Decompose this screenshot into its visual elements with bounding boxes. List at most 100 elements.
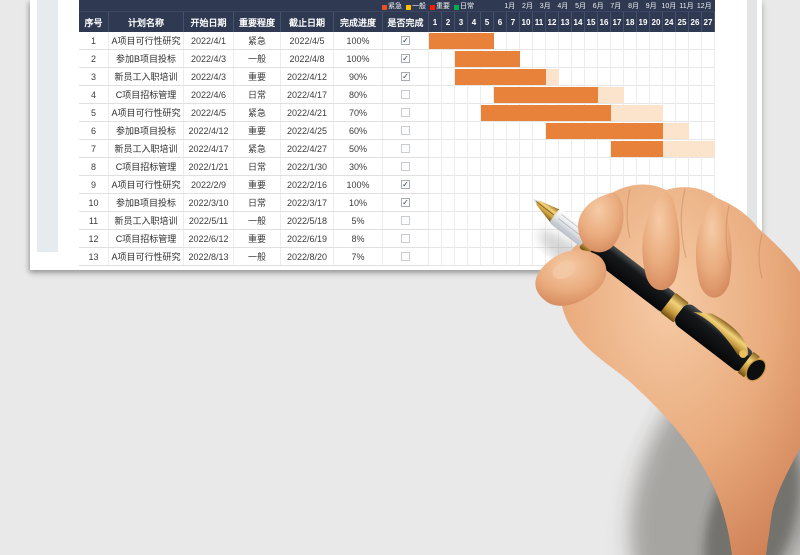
month-label: 10月 [660,1,678,11]
day-column-header: 11 [533,12,546,32]
progress: 100% [334,176,383,193]
row-number: 2 [79,50,109,67]
end-date: 2022/4/27 [281,140,334,157]
legend-item: 一般 [406,3,426,11]
importance: 紧急 [234,140,281,157]
day-column-header: 2 [442,12,455,32]
checkbox-unchecked[interactable] [401,90,410,99]
day-column-header: 6 [494,12,507,32]
month-label: 7月 [607,1,625,11]
progress: 8% [334,230,383,247]
start-date: 2022/6/12 [184,230,234,247]
importance: 一般 [234,50,281,67]
gantt-bar-remaining [611,105,663,121]
checkbox-unchecked[interactable] [401,162,410,171]
start-date: 2022/4/1 [184,32,234,49]
row-number: 9 [79,176,109,193]
table-row: 2参加B项目投标2022/4/3一般2022/4/8100%✓ [79,50,429,68]
importance: 重要 [234,122,281,139]
plan-name: A项目可行性研究 [109,104,184,121]
start-date: 2022/2/9 [184,176,234,193]
day-column-header: 27 [702,12,715,32]
table-row: 7新员工入职培训2022/4/17紧急2022/4/2750% [79,140,429,158]
checkbox-unchecked[interactable] [401,252,410,261]
checkbox-unchecked[interactable] [401,126,410,135]
end-date: 2022/4/5 [281,32,334,49]
done-cell [383,230,429,247]
checkbox-unchecked[interactable] [401,144,410,153]
table-row: 1A项目可行性研究2022/4/1紧急2022/4/5100%✓ [79,32,429,50]
day-column-header: 19 [637,12,650,32]
end-date: 2022/5/18 [281,212,334,229]
start-date: 2022/4/5 [184,104,234,121]
month-labels: 1月2月3月4月5月6月7月8月9月10月11月12月 [501,1,713,11]
row-number: 11 [79,212,109,229]
gantt-bar-complete [455,51,520,67]
progress: 100% [334,50,383,67]
importance: 日常 [234,194,281,211]
legend-swatch-icon [406,5,411,10]
progress: 10% [334,194,383,211]
day-column-header: 14 [572,12,585,32]
importance: 重要 [234,68,281,85]
month-label: 11月 [678,1,696,11]
month-label: 6月 [589,1,607,11]
legend-swatch-icon [454,5,459,10]
gantt-bar-complete [546,123,663,139]
month-label: 1月 [501,1,519,11]
progress: 90% [334,68,383,85]
checkbox-unchecked[interactable] [401,108,410,117]
end-date: 2022/6/19 [281,230,334,247]
day-column-header: 1 [429,12,442,32]
row-number: 3 [79,68,109,85]
day-column-header: 18 [624,12,637,32]
end-date: 2022/2/16 [281,176,334,193]
end-date: 2022/4/17 [281,86,334,103]
done-cell: ✓ [383,68,429,85]
month-label: 9月 [642,1,660,11]
checkbox-checked[interactable]: ✓ [401,72,410,81]
table-row: 5A项目可行性研究2022/4/5紧急2022/4/2170% [79,104,429,122]
row-number: 1 [79,32,109,49]
row-number: 6 [79,122,109,139]
legend-label: 重要 [436,3,450,11]
column-header: 计划名称 [109,12,184,32]
done-cell: ✓ [383,50,429,67]
gantt-bar-remaining [663,141,715,157]
end-date: 2022/3/17 [281,194,334,211]
plan-name: 参加B项目投标 [109,50,184,67]
day-column-header: 3 [455,12,468,32]
checkbox-unchecked[interactable] [401,234,410,243]
start-date: 2022/5/11 [184,212,234,229]
legend-label: 紧急 [388,3,402,11]
row-number: 5 [79,104,109,121]
legend-swatch-icon [382,5,387,10]
day-column-header: 4 [468,12,481,32]
day-column-header: 15 [585,12,598,32]
done-cell [383,212,429,229]
done-cell [383,158,429,175]
gantt-bar-complete [611,141,663,157]
column-header: 截止日期 [281,12,334,32]
plan-name: A项目可行性研究 [109,32,184,49]
checkbox-unchecked[interactable] [401,216,410,225]
day-column-header: 10 [520,12,533,32]
importance: 一般 [234,212,281,229]
day-column-header: 25 [676,12,689,32]
importance-legend: 紧急一般重要日常 [382,2,478,11]
month-label: 12月 [695,1,713,11]
checkbox-checked[interactable]: ✓ [401,180,410,189]
legend-swatch-icon [430,5,435,10]
checkbox-checked[interactable]: ✓ [401,198,410,207]
row-number: 7 [79,140,109,157]
plan-name: A项目可行性研究 [109,176,184,193]
day-column-header: 16 [598,12,611,32]
day-column-header: 7 [507,12,520,32]
checkbox-checked[interactable]: ✓ [401,54,410,63]
progress: 60% [334,122,383,139]
checkbox-checked[interactable]: ✓ [401,36,410,45]
start-date: 2022/4/17 [184,140,234,157]
row-number: 10 [79,194,109,211]
plan-name: 新员工入职培训 [109,140,184,157]
plan-name: 参加B项目投标 [109,194,184,211]
